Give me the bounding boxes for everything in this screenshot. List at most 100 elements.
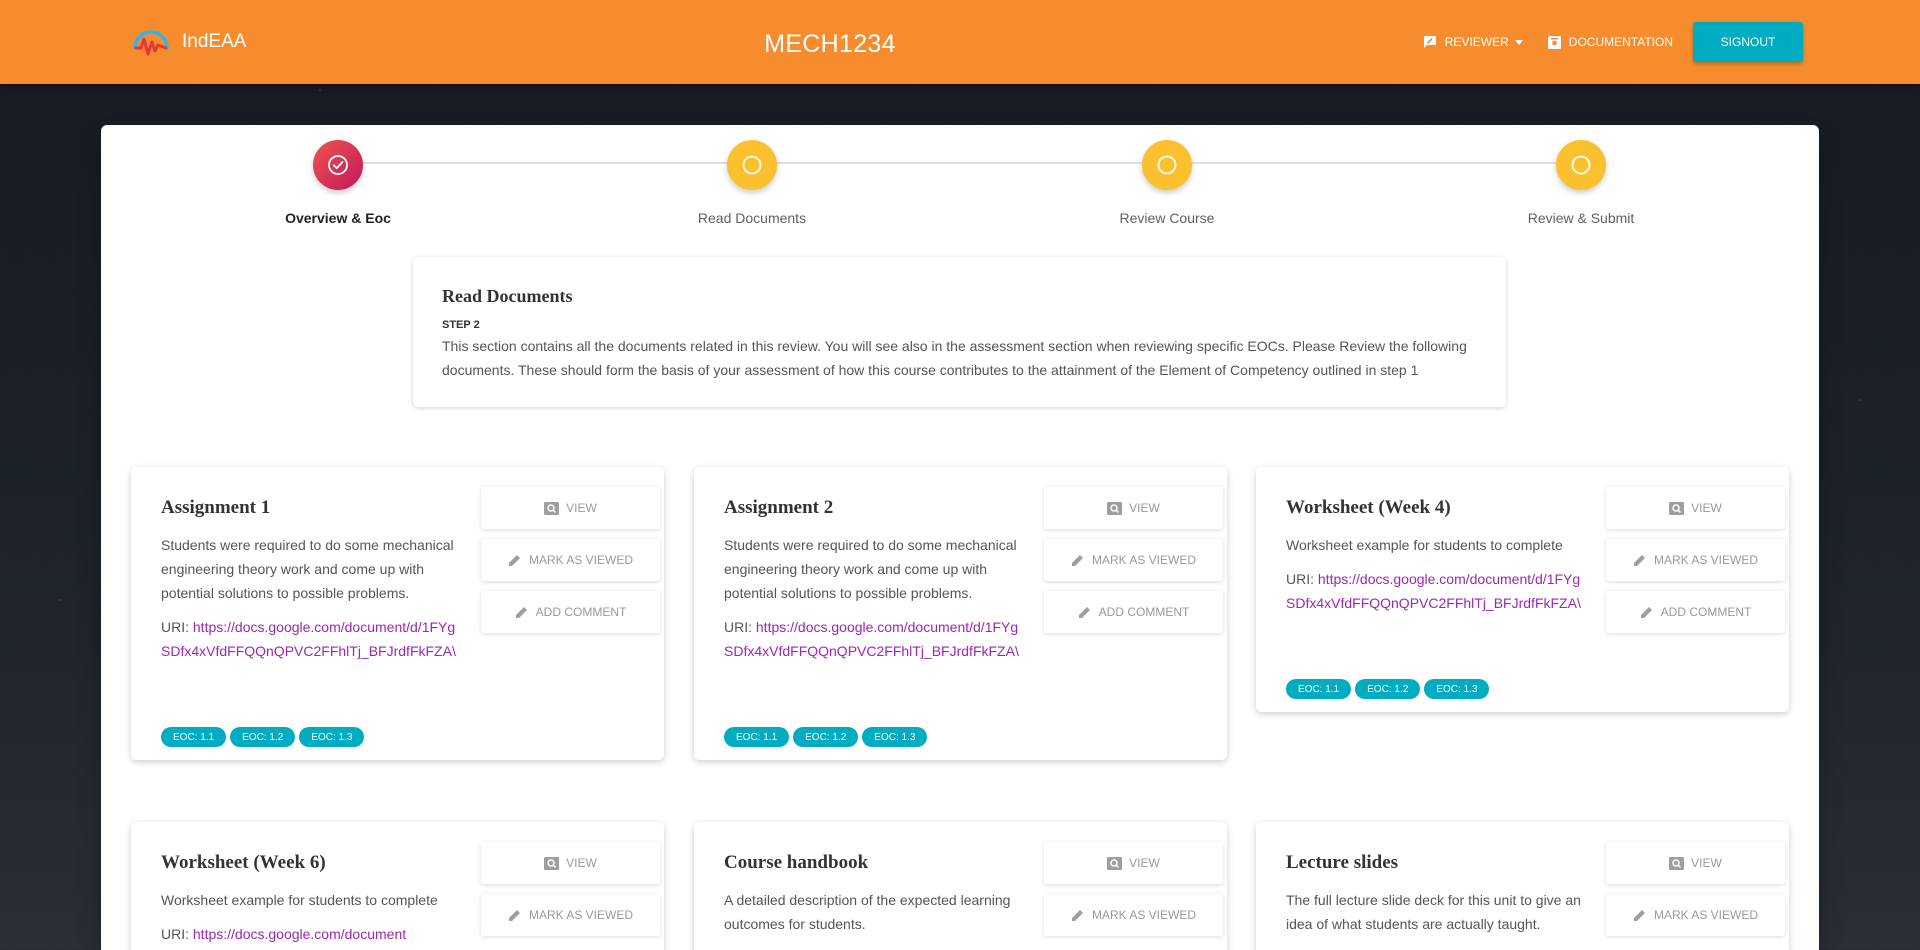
add-comment-button[interactable]: ADD COMMENT [1044, 591, 1223, 633]
find-in-page-icon [544, 501, 560, 515]
document-uri-link[interactable]: https://docs.google.com/document/d/1FYgS… [1286, 571, 1581, 611]
section-description: This section contains all the documents … [442, 338, 1467, 378]
document-uri-link[interactable]: https://docs.google.com/document/d/1FYgS… [724, 619, 1019, 659]
view-label: VIEW [566, 856, 597, 870]
mark-as-viewed-button[interactable]: MARK AS VIEWED [1044, 894, 1223, 936]
uri-label: URI: [161, 926, 189, 942]
eoc-badge: EOC: 1.1 [161, 727, 227, 747]
pencil-icon [1071, 910, 1083, 921]
eoc-badge: EOC: 1.2 [230, 727, 296, 747]
empty-circle-icon [1571, 155, 1591, 175]
mark-as-viewed-button[interactable]: MARK AS VIEWED [1606, 539, 1785, 581]
find-in-page-icon [1107, 856, 1123, 870]
step-pending-indicator [727, 140, 777, 190]
mark-as-viewed-label: MARK AS VIEWED [528, 908, 634, 922]
reviewer-dropdown[interactable]: REVIEWER [1418, 26, 1527, 58]
step-pending-indicator [1556, 140, 1606, 190]
view-button[interactable]: VIEW [1044, 842, 1223, 884]
reviewer-label: REVIEWER [1444, 35, 1509, 49]
document-description: Students were required to do some mechan… [161, 537, 454, 601]
mark-as-viewed-button[interactable]: MARK AS VIEWED [1044, 539, 1223, 581]
review-card: Overview & Eoc Read Documents Review Cou… [101, 125, 1819, 950]
step-info-card: Read Documents STEP 2 This section conta… [413, 257, 1506, 407]
document-card: Course handbook A detailed description o… [694, 822, 1227, 950]
step-label: Read Documents [697, 210, 807, 226]
documentation-icon [1547, 35, 1561, 49]
document-actions: VIEW MARK AS VIEWED ADD COMMENT [1606, 487, 1785, 643]
eoc-badge: EOC: 1.1 [724, 727, 790, 747]
view-button[interactable]: VIEW [1606, 487, 1785, 529]
documentation-link[interactable]: DOCUMENTATION [1543, 27, 1677, 58]
document-actions: VIEW MARK AS VIEWED [1606, 842, 1785, 946]
view-button[interactable]: VIEW [1606, 842, 1785, 884]
add-comment-button[interactable]: ADD COMMENT [1606, 591, 1785, 633]
document-uri-link[interactable]: https://docs.google.com/document/d/1FYgS… [161, 619, 456, 659]
find-in-page-icon [1669, 501, 1685, 515]
step-label: Review & Submit [1527, 210, 1635, 226]
pencil-icon [1078, 607, 1090, 618]
document-description: Students were required to do some mechan… [724, 537, 1017, 601]
document-title: Assignment 1 [161, 497, 271, 518]
signout-button[interactable]: SIGNOUT [1693, 22, 1803, 62]
document-title: Worksheet (Week 4) [1286, 497, 1451, 518]
add-comment-label: ADD COMMENT [1098, 605, 1190, 619]
pencil-icon [508, 555, 520, 566]
document-title: Assignment 2 [724, 497, 834, 518]
mark-as-viewed-button[interactable]: MARK AS VIEWED [481, 539, 660, 581]
document-card: Worksheet (Week 4) Worksheet example for… [1256, 467, 1789, 712]
document-description: Worksheet example for students to comple… [1286, 537, 1563, 553]
step-overview[interactable]: Overview & Eoc [238, 140, 438, 226]
uri-label: URI: [1286, 571, 1314, 587]
uri-label: URI: [161, 619, 189, 635]
find-in-page-icon [544, 856, 560, 870]
step-read-documents[interactable]: Read Documents [652, 140, 852, 226]
eoc-badge: EOC: 1.1 [1286, 679, 1352, 699]
eoc-badge: EOC: 1.3 [1424, 679, 1490, 699]
pencil-icon [1071, 555, 1083, 566]
document-uri: URI: https://docs.google.com/document/d/… [1286, 567, 1586, 615]
add-comment-label: ADD COMMENT [535, 605, 627, 619]
document-uri-link[interactable]: https://docs.google.com/document [193, 926, 406, 942]
document-card: Assignment 1 Students were required to d… [131, 467, 664, 760]
document-actions: VIEW MARK AS VIEWED ADD COMMENT [481, 487, 660, 643]
empty-circle-icon [742, 155, 762, 175]
eoc-badge: EOC: 1.2 [1355, 679, 1421, 699]
document-uri: URI: https://docs.google.com/document/d/… [724, 615, 1024, 663]
eoc-badge: EOC: 1.3 [299, 727, 365, 747]
check-circle-icon [328, 155, 348, 175]
pencil-icon [1640, 607, 1652, 618]
pencil-icon [1633, 910, 1645, 921]
document-description: The full lecture slide deck for this uni… [1286, 892, 1581, 932]
mark-as-viewed-button[interactable]: MARK AS VIEWED [481, 894, 660, 936]
step-review-course[interactable]: Review Course [1067, 140, 1267, 226]
view-button[interactable]: VIEW [481, 842, 660, 884]
pencil-icon [1633, 555, 1645, 566]
add-comment-label: ADD COMMENT [1660, 605, 1752, 619]
view-button[interactable]: VIEW [481, 487, 660, 529]
mark-as-viewed-label: MARK AS VIEWED [528, 553, 634, 567]
mark-as-viewed-button[interactable]: MARK AS VIEWED [1606, 894, 1785, 936]
uri-label: URI: [724, 619, 752, 635]
mark-as-viewed-label: MARK AS VIEWED [1653, 553, 1759, 567]
document-actions: VIEW MARK AS VIEWED [481, 842, 660, 946]
course-code-title: MECH1234 [764, 30, 896, 58]
view-button[interactable]: VIEW [1044, 487, 1223, 529]
step-complete-indicator [313, 140, 363, 190]
top-navbar: IndEAA MECH1234 REVIEWER DOCUMENTATION S… [0, 0, 1920, 84]
step-label: Overview & Eoc [285, 210, 391, 226]
mark-as-viewed-label: MARK AS VIEWED [1091, 553, 1197, 567]
document-actions: VIEW MARK AS VIEWED [1044, 842, 1223, 946]
add-comment-button[interactable]: ADD COMMENT [481, 591, 660, 633]
document-title: Course handbook [724, 852, 869, 873]
view-label: VIEW [1129, 501, 1160, 515]
eoc-badges: EOC: 1.1 EOC: 1.2 EOC: 1.3 [161, 727, 365, 747]
eoc-badges: EOC: 1.1 EOC: 1.2 EOC: 1.3 [1286, 679, 1490, 699]
view-label: VIEW [1691, 856, 1722, 870]
pencil-icon [508, 910, 520, 921]
step-pending-indicator [1142, 140, 1192, 190]
eoc-badge: EOC: 1.2 [793, 727, 859, 747]
mark-as-viewed-label: MARK AS VIEWED [1653, 908, 1759, 922]
rate-review-icon [1423, 36, 1436, 48]
mark-as-viewed-label: MARK AS VIEWED [1091, 908, 1197, 922]
step-review-submit[interactable]: Review & Submit [1481, 140, 1681, 226]
